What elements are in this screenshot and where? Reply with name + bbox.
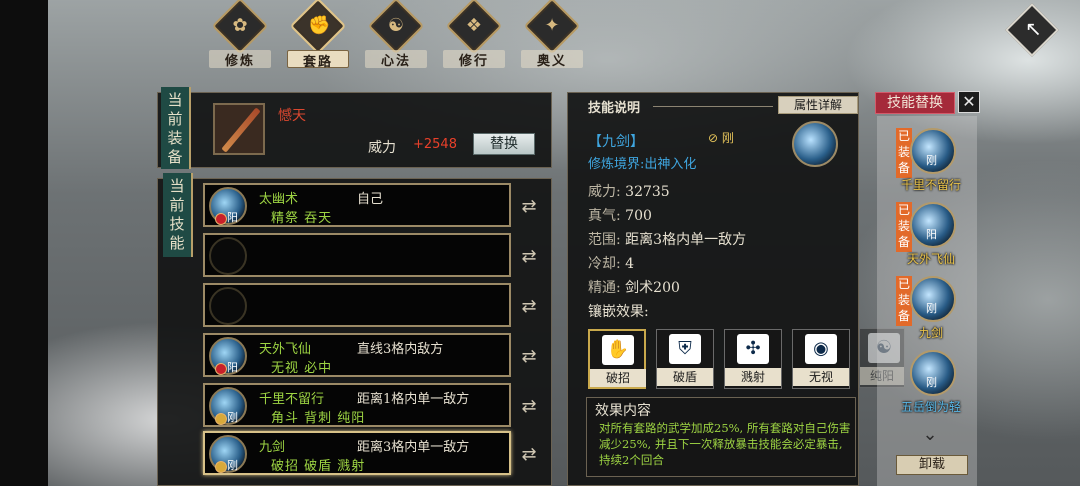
- tab-xiuxing[interactable]: ❖ 修行: [439, 0, 509, 69]
- info-title: 技能说明: [588, 101, 641, 116]
- skill-big-icon: [792, 121, 838, 167]
- current-skills-panel: 当前技能 阳 太幽术 精祭 吞天 自己 ⇄ ⇄ ⇄ 阳 天外飞仙 无视 必中 直…: [157, 173, 552, 486]
- cultivation-realm: 修炼境界:出神入化: [588, 157, 697, 172]
- inlay-effects-label: 镶嵌效果:: [588, 304, 649, 320]
- stat-qi: 真气: 700: [588, 208, 652, 224]
- replace-item-qianli[interactable]: 已装备 刚 千里不留行: [896, 122, 966, 194]
- skill-title: 【九剑】: [588, 134, 644, 150]
- weapon-name: 憾天: [278, 108, 306, 124]
- weapon-icon[interactable]: [213, 103, 265, 155]
- equipment-section-label: 当前装备: [161, 87, 191, 169]
- inlay-jianshe[interactable]: ✣ 溅射: [724, 329, 782, 389]
- skill-name: 九剑: [259, 440, 286, 455]
- swap-icon[interactable]: ⇄: [517, 247, 541, 267]
- swap-icon[interactable]: ⇄: [517, 297, 541, 317]
- skill-name: 千里不留行: [259, 392, 325, 407]
- stat-power: 威力: 32735: [588, 184, 670, 200]
- fist-icon: ✊: [289, 0, 347, 55]
- yinyang-icon: ☯: [367, 0, 425, 55]
- skill-info-panel: 技能说明 属性详解 【九剑】 ⊘ 刚 修炼境界:出神入化 威力: 32735 真…: [567, 92, 859, 486]
- element-badge-icon: [215, 461, 227, 473]
- element-badge-icon: [215, 413, 227, 425]
- stat-mastery: 精通: 剑术200: [588, 280, 680, 296]
- stat-range: 范围: 距离3格内单一敌方: [588, 232, 747, 248]
- replace-item-jiujian[interactable]: 已装备 刚 九剑: [896, 270, 966, 342]
- eye-icon: ◉: [805, 334, 837, 364]
- swap-icon[interactable]: ⇄: [517, 397, 541, 417]
- top-tabs: ✿ 修炼 ✊ 套路 ☯ 心法 ❖ 修行 ✦ 奥义: [205, 0, 587, 70]
- unload-button[interactable]: 卸载: [896, 455, 968, 475]
- book-icon: ❖: [445, 0, 503, 55]
- empty-slot-orb: [209, 287, 247, 325]
- fist-break-icon: ✋: [602, 335, 634, 365]
- tab-aoyi[interactable]: ✦ 奥义: [517, 0, 587, 69]
- skill-range: 距离1格内单一敌方: [357, 392, 470, 407]
- shield-icon: ⛨: [669, 334, 701, 364]
- left-edge: [0, 0, 48, 486]
- skill-slot-2[interactable]: ⇄: [203, 233, 537, 277]
- scroll-icon: ✦: [523, 0, 581, 55]
- sword-type-icon: ⊘: [708, 131, 719, 145]
- empty-slot-orb: [209, 237, 247, 275]
- element-badge-icon: [215, 363, 227, 375]
- lotus-icon: ✿: [211, 0, 269, 55]
- element-badge-icon: [215, 213, 227, 225]
- power-value: +2548: [413, 137, 457, 152]
- effect-title: 效果内容: [595, 403, 651, 419]
- arrow-icon: ↖: [1025, 16, 1042, 41]
- skill-replace-title: 技能替换: [875, 92, 955, 114]
- skill-traits: 角斗 背刺 纯阳: [271, 411, 366, 426]
- replace-button[interactable]: 替换: [473, 133, 535, 155]
- skill-traits: 精祭 吞天: [271, 211, 333, 226]
- replace-item-wuyue[interactable]: 刚 五岳倒为轻: [896, 344, 966, 416]
- equipment-panel: 当前装备 憾天 威力 +2548 替换: [157, 87, 552, 169]
- tab-xiulian[interactable]: ✿ 修炼: [205, 0, 275, 69]
- replace-item-name: 天外飞仙: [906, 252, 955, 266]
- tab-label: 修行: [443, 50, 505, 69]
- replace-item-name: 五岳倒为轻: [900, 400, 961, 414]
- skill-slot-1[interactable]: 阳 太幽术 精祭 吞天 自己 ⇄: [203, 183, 537, 227]
- swap-icon[interactable]: ⇄: [517, 445, 541, 465]
- skill-range: 直线3格内敌方: [357, 342, 444, 357]
- skill-name: 太幽术: [259, 192, 299, 207]
- swap-icon[interactable]: ⇄: [517, 347, 541, 367]
- skill-traits: 无视 必中: [271, 361, 333, 376]
- inlay-pozhao[interactable]: ✋ 破招: [588, 329, 646, 389]
- attribute-detail-button[interactable]: 属性详解: [778, 96, 858, 114]
- skills-section-label: 当前技能: [163, 173, 193, 257]
- skill-slot-5[interactable]: 刚 千里不留行 角斗 背刺 纯阳 距离1格内单一敌方 ⇄: [203, 383, 537, 427]
- tab-label: 奥义: [521, 50, 583, 69]
- tab-xinfa[interactable]: ☯ 心法: [361, 0, 431, 69]
- tab-taolu[interactable]: ✊ 套路: [283, 0, 353, 70]
- skill-slot-3[interactable]: ⇄: [203, 283, 537, 327]
- skill-slot-4[interactable]: 阳 天外飞仙 无视 必中 直线3格内敌方 ⇄: [203, 333, 537, 377]
- scroll-down-icon[interactable]: ⌄: [918, 424, 942, 445]
- power-label: 威力: [368, 140, 396, 156]
- skill-range: 自己: [357, 192, 384, 207]
- inlay-wushi[interactable]: ◉ 无视: [792, 329, 850, 389]
- replace-item-tianwai[interactable]: 已装备 阳 天外飞仙: [896, 196, 966, 268]
- skill-name: 天外飞仙: [259, 342, 312, 357]
- title-divider: [653, 106, 773, 107]
- inlay-podun[interactable]: ⛨ 破盾: [656, 329, 714, 389]
- skill-traits: 破招 破盾 溅射: [271, 459, 366, 474]
- skill-type-icons: ⊘ 刚: [708, 129, 734, 146]
- tab-label: 心法: [365, 50, 427, 69]
- skill-range: 距离3格内单一敌方: [357, 440, 470, 455]
- tab-label: 套路: [287, 50, 349, 70]
- swap-icon[interactable]: ⇄: [517, 197, 541, 217]
- effect-text: 对所有套路的武学加成25%, 所有套路对自己伤害减少25%, 并且下一次释放暴击…: [599, 421, 851, 467]
- replace-item-name: 九剑: [918, 326, 943, 340]
- replace-item-name: 千里不留行: [900, 178, 961, 192]
- close-icon[interactable]: ✕: [958, 91, 980, 113]
- splash-icon: ✣: [737, 334, 769, 364]
- effect-box: 效果内容 对所有套路的武学加成25%, 所有套路对自己伤害减少25%, 并且下一…: [586, 397, 856, 477]
- element-tag: 刚: [721, 131, 734, 145]
- stat-cooldown: 冷却: 4: [588, 256, 635, 272]
- tab-label: 修炼: [209, 50, 271, 69]
- skill-slot-6[interactable]: 刚 九剑 破招 破盾 溅射 距离3格内单一敌方 ⇄: [203, 431, 537, 475]
